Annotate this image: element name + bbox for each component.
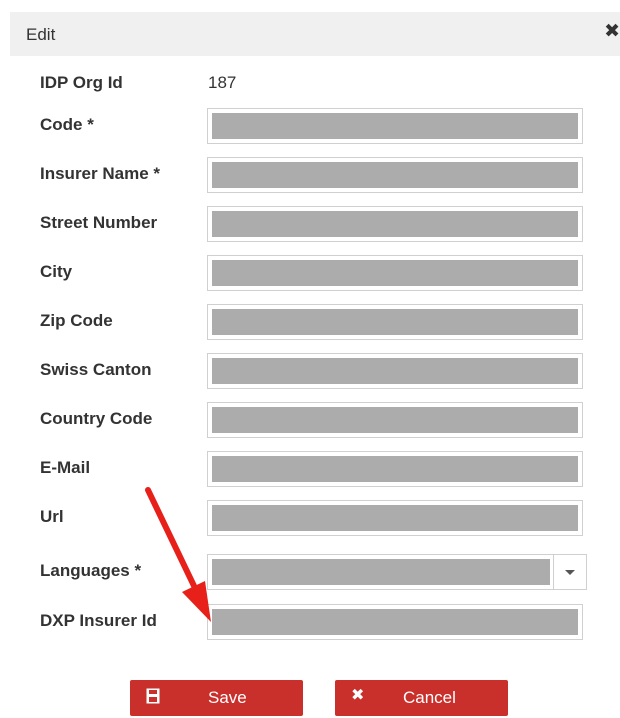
code-input[interactable] [207, 108, 583, 144]
row-dxp-insurer-id: DXP Insurer Id [0, 600, 620, 642]
row-swiss-canton: Swiss Canton [0, 349, 620, 391]
x-icon: ✖ [351, 687, 365, 704]
insurer-name-input[interactable] [207, 157, 583, 193]
save-button-label: Save [208, 688, 247, 707]
row-country-code: Country Code [0, 398, 620, 440]
swiss-canton-input[interactable] [207, 353, 583, 389]
email-label: E-Mail [40, 458, 91, 477]
edit-dialog: Edit ✖ IDP Org Id 187 Code * Insurer Nam… [0, 0, 620, 718]
insurer-name-input-value [212, 162, 578, 188]
zip-code-input-value [212, 309, 578, 335]
country-code-label: Country Code [40, 409, 153, 428]
cancel-button-label: Cancel [403, 688, 456, 707]
dxp-insurer-id-input[interactable] [207, 604, 583, 640]
row-idp-org-id: IDP Org Id 187 [0, 62, 620, 104]
dialog-footer: Save ✖ Cancel [0, 680, 620, 718]
url-label: Url [40, 507, 64, 526]
languages-select-value [212, 559, 550, 585]
row-zip-code: Zip Code [0, 300, 620, 342]
row-city: City [0, 251, 620, 293]
email-input-value [212, 456, 578, 482]
close-icon[interactable]: ✖ [604, 22, 620, 42]
languages-dropdown-button[interactable] [553, 555, 586, 589]
street-number-input-value [212, 211, 578, 237]
languages-select[interactable] [207, 554, 587, 590]
dialog-title: Edit [26, 25, 56, 44]
city-input-value [212, 260, 578, 286]
email-input[interactable] [207, 451, 583, 487]
row-code: Code * [0, 104, 620, 146]
idp-org-id-label: IDP Org Id [40, 73, 123, 92]
code-label: Code * [40, 115, 94, 134]
languages-label: Languages * [40, 561, 142, 580]
row-street-number: Street Number [0, 202, 620, 244]
street-number-input[interactable] [207, 206, 583, 242]
country-code-input-value [212, 407, 578, 433]
chevron-down-icon [565, 570, 575, 575]
swiss-canton-label: Swiss Canton [40, 360, 152, 379]
row-insurer-name: Insurer Name * [0, 153, 620, 195]
row-email: E-Mail [0, 447, 620, 489]
zip-code-input[interactable] [207, 304, 583, 340]
url-input[interactable] [207, 500, 583, 536]
row-languages: Languages * [0, 550, 620, 592]
dxp-insurer-id-input-value [212, 609, 578, 635]
zip-code-label: Zip Code [40, 311, 113, 330]
code-input-value [212, 113, 578, 139]
url-input-value [212, 505, 578, 531]
city-input[interactable] [207, 255, 583, 291]
row-url: Url [0, 496, 620, 538]
dialog-header: Edit ✖ [10, 12, 620, 56]
insurer-name-label: Insurer Name * [40, 164, 160, 183]
idp-org-id-value: 187 [208, 73, 237, 92]
city-label: City [40, 262, 73, 281]
country-code-input[interactable] [207, 402, 583, 438]
cancel-button[interactable]: ✖ Cancel [335, 680, 508, 716]
dxp-insurer-id-label: DXP Insurer Id [40, 611, 157, 630]
swiss-canton-input-value [212, 358, 578, 384]
floppy-disk-icon [146, 688, 160, 704]
street-number-label: Street Number [40, 213, 158, 232]
save-button[interactable]: Save [130, 680, 303, 716]
